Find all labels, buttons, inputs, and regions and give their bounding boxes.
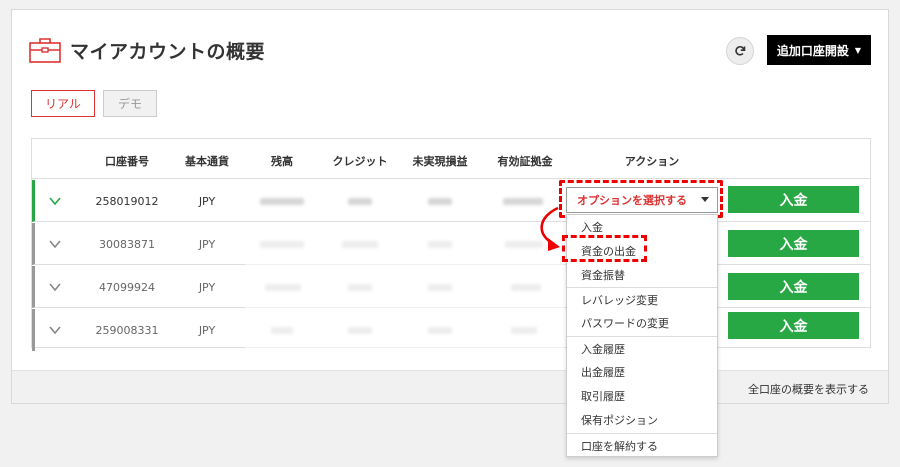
col-equity: 有効証拠金 [497,155,553,168]
menu-item-withdraw-history[interactable]: 出金履歴 [567,360,717,384]
chevron-down-icon[interactable] [48,323,62,337]
account-overview-panel: マイアカウントの概要 追加口座開設 ▼ リアル デモ 口座番号 基本通貨 残高 … [11,9,889,404]
refresh-button[interactable] [726,37,754,65]
menu-item-leverage[interactable]: レバレッジ変更 [567,287,717,311]
currency: JPY [198,324,216,337]
row-overlay [245,266,565,308]
row-overlay [245,223,565,265]
menu-item-withdraw[interactable]: 資金の出金 [567,239,717,263]
credit-redacted [348,198,372,205]
currency: JPY [198,281,216,294]
table-row: 30083871 JPY 入金 [32,223,870,265]
add-account-button[interactable]: 追加口座開設 ▼ [767,35,871,65]
equity-redacted [503,198,543,205]
col-base-currency: 基本通貨 [185,155,229,168]
deposit-button[interactable]: 入金 [728,312,859,339]
table-header: 口座番号 基本通貨 残高 クレジット 未実現損益 有効証拠金 アクション [32,139,870,179]
action-dropdown-menu: 入金 資金の出金 資金振替 レバレッジ変更 パスワードの変更 入金履歴 出金履歴… [566,214,718,457]
page-title: マイアカウントの概要 [70,41,266,63]
balance-redacted [260,198,304,205]
chevron-down-icon[interactable] [48,280,62,294]
menu-item-password[interactable]: パスワードの変更 [567,311,717,335]
account-number: 30083871 [99,238,155,251]
deposit-button[interactable]: 入金 [728,186,859,213]
table-row: 258019012 JPY 入金 [32,180,870,222]
col-action: アクション [624,155,680,168]
menu-item-deposit[interactable]: 入金 [567,215,717,239]
briefcase-icon [29,38,61,63]
menu-item-open-positions[interactable]: 保有ポジション [567,408,717,432]
tab-real[interactable]: リアル [31,90,95,117]
table-row: 47099924 JPY 入金 [32,266,870,308]
deposit-button[interactable]: 入金 [728,230,859,257]
col-unrealized-pl: 未実現損益 [412,155,468,168]
menu-item-close-account[interactable]: 口座を解約する [567,433,717,457]
col-account-number: 口座番号 [105,155,149,168]
action-select[interactable]: オプションを選択する [566,187,718,213]
account-number: 259008331 [95,324,159,337]
account-number: 47099924 [99,281,155,294]
accounts-table: 口座番号 基本通貨 残高 クレジット 未実現損益 有効証拠金 アクション 258… [31,138,871,351]
col-credit: クレジット [332,155,388,168]
pl-redacted [428,198,452,205]
col-balance: 残高 [271,155,293,168]
currency: JPY [198,238,216,251]
add-account-label: 追加口座開設 [776,43,849,58]
row-overlay [245,309,565,351]
chevron-down-icon[interactable] [48,237,62,251]
menu-item-transfer[interactable]: 資金振替 [567,263,717,287]
refresh-icon [735,46,746,56]
tab-demo[interactable]: デモ [103,90,157,117]
deposit-button[interactable]: 入金 [728,273,859,300]
table-row: 259008331 JPY 入金 [32,309,870,351]
currency: JPY [198,195,216,208]
panel-footer: 全口座の概要を表示する [12,370,888,403]
chevron-down-icon[interactable] [48,194,62,208]
action-select-label: オプションを選択する [577,194,687,207]
menu-item-deposit-history[interactable]: 入金履歴 [567,336,717,360]
menu-item-trade-history[interactable]: 取引履歴 [567,384,717,408]
caret-down-icon [701,197,709,202]
view-all-accounts-link[interactable]: 全口座の概要を表示する [748,381,869,397]
caret-down-icon: ▼ [854,45,862,55]
account-number: 258019012 [95,195,159,208]
